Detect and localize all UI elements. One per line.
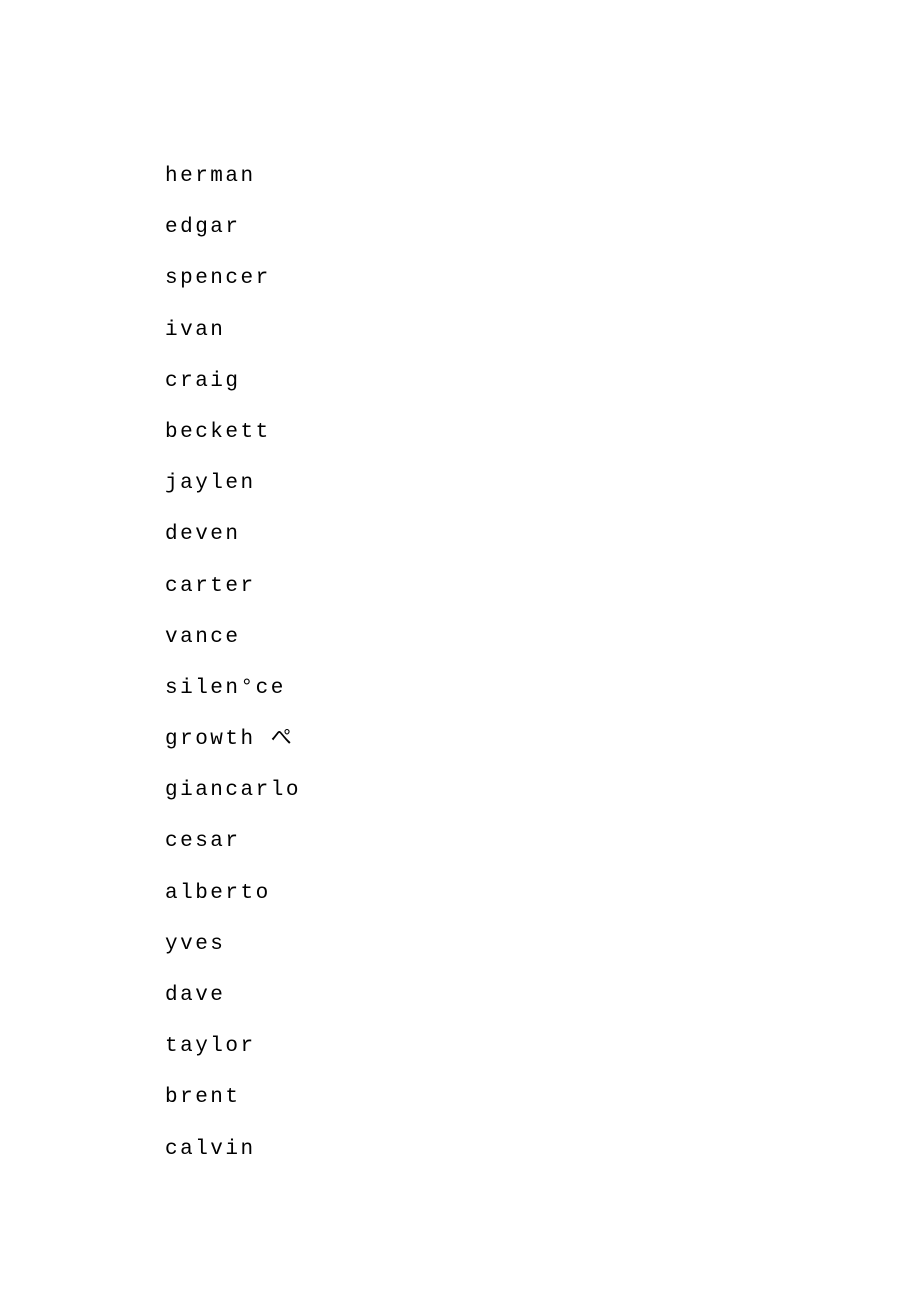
list-item: taylor bbox=[165, 1034, 920, 1059]
list-item: edgar bbox=[165, 215, 920, 240]
list-item: spencer bbox=[165, 266, 920, 291]
list-item: jaylen bbox=[165, 471, 920, 496]
list-item: vance bbox=[165, 625, 920, 650]
list-item: dave bbox=[165, 983, 920, 1008]
list-item: brent bbox=[165, 1085, 920, 1110]
list-item: craig bbox=[165, 369, 920, 394]
list-item: alberto bbox=[165, 881, 920, 906]
list-item: cesar bbox=[165, 829, 920, 854]
list-item: carter bbox=[165, 574, 920, 599]
list-item: yves bbox=[165, 932, 920, 957]
list-item: growth ぺ bbox=[165, 727, 920, 752]
list-item: ivan bbox=[165, 318, 920, 343]
list-item: silen°ce bbox=[165, 676, 920, 701]
list-item: deven bbox=[165, 522, 920, 547]
list-item: herman bbox=[165, 164, 920, 189]
list-item: giancarlo bbox=[165, 778, 920, 803]
list-item: beckett bbox=[165, 420, 920, 445]
list-item: calvin bbox=[165, 1137, 920, 1162]
